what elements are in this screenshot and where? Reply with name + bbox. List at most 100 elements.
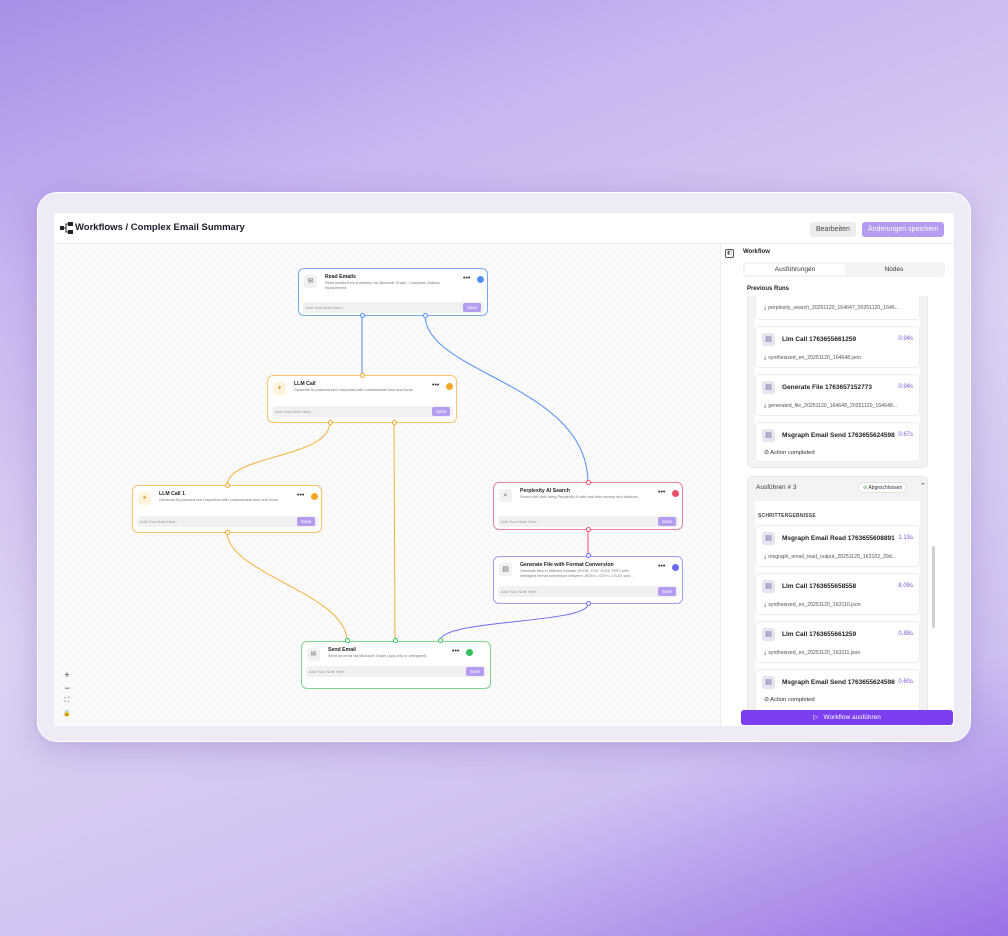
notes-input[interactable]: Add Your Note Here..: [137, 516, 318, 527]
run-card: ⤓ perplexity_search_20251120_164647_20251…: [747, 296, 928, 468]
panel-tabs: Ausführungen Nodes: [743, 262, 945, 277]
notes-save-button[interactable]: Save: [432, 407, 451, 416]
app-header: Workflows / Complex Email Summary Bearbe…: [54, 213, 954, 244]
zoom-in-button[interactable]: +: [62, 670, 72, 680]
status-dot: [672, 564, 679, 571]
fit-view-button[interactable]: ⛶: [62, 696, 72, 706]
port-in[interactable]: [360, 373, 365, 378]
step-card: ⤓ perplexity_search_20251120_164647_20251…: [755, 296, 920, 320]
node-title: LLM Call 1: [159, 491, 185, 497]
output-file-link[interactable]: ⤓ synthesized_en_20251120_163111.json: [764, 650, 914, 657]
node-description: Send an email via Microsoft Graph (app-o…: [328, 654, 427, 658]
step-name: Msgraph Email Send 1763655624598: [782, 432, 895, 439]
more-options-icon[interactable]: •••: [297, 492, 304, 499]
port-in[interactable]: [225, 483, 230, 488]
step-icon: ▤: [762, 532, 775, 545]
workflow-canvas[interactable]: ✉ Read Emails Read emails from a mailbox…: [54, 244, 720, 726]
port-out[interactable]: [586, 601, 591, 606]
steps-heading: SCHRITTERGEBNISSE: [758, 513, 816, 519]
chevron-up-icon[interactable]: ⌃: [920, 482, 926, 490]
step-name: Generate File 1763657152773: [782, 384, 872, 391]
save-changes-button[interactable]: Änderungen speichern: [862, 222, 945, 237]
output-file-link[interactable]: ⤓ perplexity_search_20251120_164647_20251…: [764, 305, 914, 312]
tab-executions[interactable]: Ausführungen: [745, 264, 845, 275]
port-out[interactable]: [392, 420, 397, 425]
more-options-icon[interactable]: •••: [432, 382, 439, 389]
more-options-icon[interactable]: •••: [452, 648, 459, 655]
port-out[interactable]: [423, 313, 428, 318]
notes-save-button[interactable]: Save: [463, 303, 482, 312]
step-duration: 0.88s: [898, 631, 913, 637]
output-file-link[interactable]: ⤓ synthesized_en_20251120_164648.json: [764, 355, 914, 362]
status-dot: [446, 383, 453, 390]
status-dot: [672, 490, 679, 497]
notes-save-button[interactable]: Save: [466, 667, 485, 676]
workflow-logo-icon: [60, 222, 73, 234]
port-in[interactable]: [586, 553, 591, 558]
step-icon: ▤: [762, 676, 775, 689]
output-file-link[interactable]: ⤓ generated_file_20251120_164648_20251120…: [764, 403, 914, 410]
port-in[interactable]: [438, 638, 443, 643]
edit-button[interactable]: Bearbeiten: [810, 222, 856, 237]
notes-input[interactable]: Add Your Note Here..: [498, 516, 679, 527]
panel-scrollbar[interactable]: [932, 546, 935, 628]
node-read-emails[interactable]: ✉ Read Emails Read emails from a mailbox…: [298, 268, 488, 316]
output-file-link[interactable]: ⤓ synthesized_en_20251120_163110.json: [764, 602, 914, 609]
sparkle-icon: ✦: [138, 492, 151, 505]
node-llm-call-1[interactable]: ✦ LLM Call 1 Generate AI-powered text re…: [132, 485, 322, 533]
workflow-side-panel: ◧ Workflow Ausführungen Nodes Previous R…: [720, 244, 954, 726]
run-workflow-button[interactable]: ▷ Workflow ausführen: [741, 710, 953, 725]
step-name: Msgraph Email Send 1763655624598: [782, 679, 895, 686]
port-out[interactable]: [360, 313, 365, 318]
more-options-icon[interactable]: •••: [658, 489, 665, 496]
node-description: Generate AI-powered text responses with …: [294, 388, 413, 392]
node-llm-call[interactable]: ✦ LLM Call Generate AI-powered text resp…: [267, 375, 457, 423]
node-title: Read Emails: [325, 274, 356, 280]
step-icon: ▤: [762, 628, 775, 641]
download-icon: ⤓: [764, 355, 767, 361]
step-card: ▤ Msgraph Email Send 1763655624598 0.67s…: [755, 422, 920, 462]
sparkle-icon: ✦: [273, 382, 286, 395]
port-in[interactable]: [586, 480, 591, 485]
node-perplexity-search[interactable]: ⌕ Perplexity AI Search Search the web us…: [493, 482, 683, 530]
notes-input[interactable]: Add Your Note Here..: [272, 406, 453, 417]
step-duration: 0.60s: [898, 679, 913, 685]
notes-input[interactable]: Add Your Note Here..: [306, 666, 487, 677]
port-in[interactable]: [345, 638, 350, 643]
search-icon: ⌕: [499, 489, 512, 502]
notes-save-button[interactable]: Save: [658, 587, 677, 596]
download-icon: ⤓: [764, 602, 767, 608]
notes-save-button[interactable]: Save: [658, 517, 677, 526]
more-options-icon[interactable]: •••: [658, 563, 665, 570]
node-generate-file[interactable]: ▤ Generate File with Format Conversion G…: [493, 556, 683, 604]
mailbox-icon: ✉: [304, 275, 317, 288]
port-in[interactable]: [393, 638, 398, 643]
zoom-out-button[interactable]: −: [62, 683, 72, 693]
lock-icon[interactable]: 🔒: [62, 709, 72, 719]
check-icon: ⊘: [863, 485, 868, 491]
port-out[interactable]: [225, 530, 230, 535]
port-out[interactable]: [328, 420, 333, 425]
node-send-email[interactable]: ✉ Send Email Send an email via Microsoft…: [301, 641, 491, 689]
check-circle-icon: ⊘: [764, 450, 769, 456]
run-card-3: Ausführen # 3 ⊘ Abgeschlossen ⌃ SCHRITTE…: [747, 476, 928, 726]
step-name: Llm Call 1763655661259: [782, 631, 857, 638]
step-duration: 8.09s: [898, 583, 913, 589]
step-card: ▤ Llm Call 1763655658558 8.09s ⤓ synthesi…: [755, 573, 920, 615]
download-icon: ⤓: [764, 305, 767, 311]
status-dot: [311, 493, 318, 500]
output-file-link[interactable]: ⤓ msgraph_email_read_output_20251120_1631…: [764, 554, 914, 561]
notes-input[interactable]: Add Your Note Here..: [303, 302, 484, 313]
port-out[interactable]: [586, 527, 591, 532]
notes-input[interactable]: Add Your Note Here..: [498, 586, 679, 597]
download-icon: ⤓: [764, 403, 767, 409]
collapse-panel-icon[interactable]: ◧: [725, 249, 734, 258]
step-icon: ▤: [762, 580, 775, 593]
step-icon: ▤: [762, 429, 775, 442]
more-options-icon[interactable]: •••: [463, 275, 470, 282]
step-duration: 1.13s: [898, 535, 913, 541]
step-name: Msgraph Email Read 1763655608891: [782, 535, 895, 542]
step-duration: 0.94s: [898, 336, 913, 342]
tab-nodes[interactable]: Nodes: [844, 264, 944, 275]
notes-save-button[interactable]: Save: [297, 517, 316, 526]
